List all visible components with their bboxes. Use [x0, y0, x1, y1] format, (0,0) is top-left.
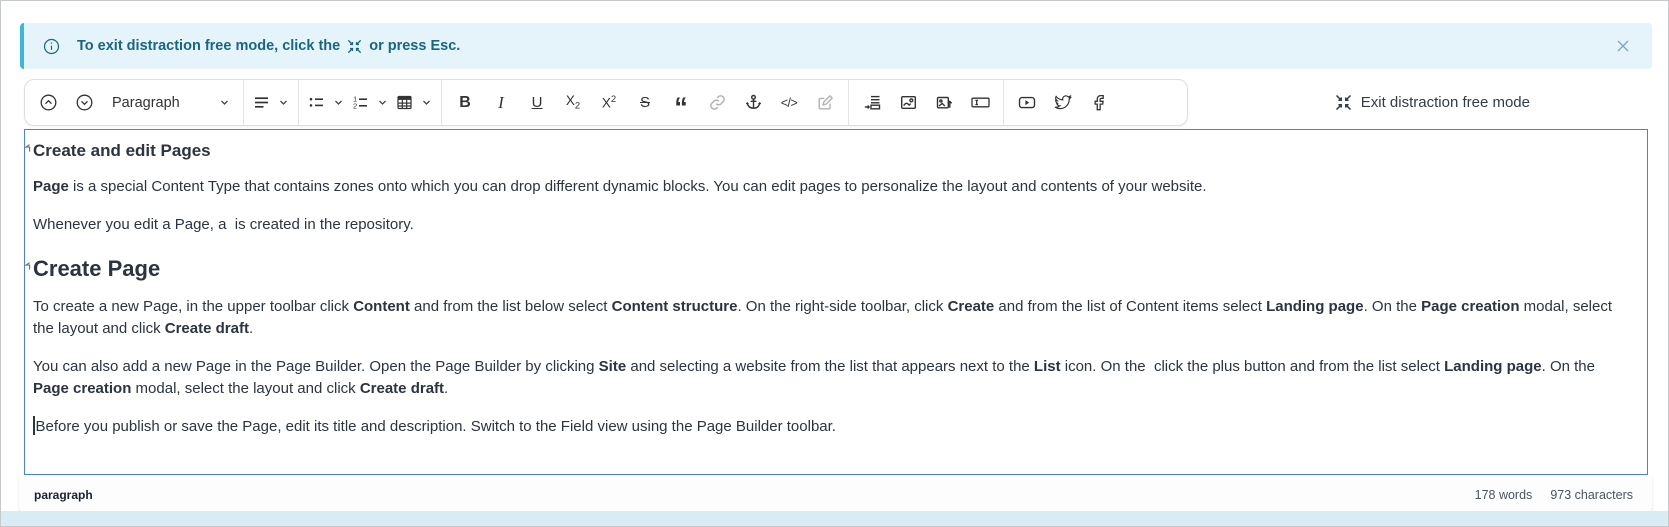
page-background-strip	[1, 511, 1668, 526]
paragraph-style-value: Paragraph	[112, 95, 180, 111]
numbered-list-button[interactable]: 12	[348, 85, 392, 121]
insert-block-icon	[864, 94, 881, 111]
bold-button[interactable]: B	[447, 85, 483, 121]
superscript-icon: X2	[602, 94, 616, 111]
toolbar-separator	[243, 80, 244, 125]
exit-distraction-free-label: Exit distraction free mode	[1361, 94, 1530, 111]
insert-table-button[interactable]	[392, 85, 436, 121]
editor-paragraph: Page is a special Content Type that cont…	[33, 176, 1635, 198]
bold-icon: B	[459, 94, 471, 112]
bulleted-list-icon	[308, 94, 325, 111]
text-field-icon	[971, 94, 990, 111]
heading-marker-icon	[25, 262, 32, 270]
notification-banner: To exit distraction free mode, click the…	[20, 23, 1652, 69]
strikethrough-button[interactable]: S	[627, 85, 663, 121]
table-icon	[396, 94, 413, 111]
svg-text:2: 2	[353, 101, 357, 110]
block-quote-button[interactable]: “	[663, 85, 699, 121]
text-cursor	[33, 416, 35, 435]
exit-distraction-free-button[interactable]: Exit distraction free mode	[1329, 93, 1536, 112]
toolbar-separator	[848, 80, 849, 125]
italic-icon: I	[498, 93, 504, 113]
toolbar-separator	[298, 80, 299, 125]
close-icon	[1616, 39, 1630, 53]
close-notification-button[interactable]	[1612, 35, 1634, 57]
editor-card: To exit distraction free mode, click the…	[19, 1, 1652, 514]
code-icon: </>	[781, 96, 798, 110]
editor-heading: Create and edit Pages	[33, 139, 1635, 163]
circle-chevron-down-icon	[76, 94, 93, 111]
youtube-icon	[1018, 94, 1036, 111]
embed-twitter-button[interactable]	[1045, 85, 1081, 121]
circle-chevron-up-icon	[40, 94, 57, 111]
exit-distraction-free-icon	[1335, 94, 1352, 111]
editor-paragraph: Before you publish or save the Page, edi…	[33, 416, 1635, 438]
toolbar-separator	[1003, 80, 1004, 125]
underline-button[interactable]: U	[519, 85, 555, 121]
link-icon	[709, 94, 726, 111]
bulleted-list-button[interactable]	[304, 85, 348, 121]
superscript-button[interactable]: X2	[591, 85, 627, 121]
toolbar-row: Paragraph 12 B I	[19, 79, 1652, 126]
editor-heading: Create Page	[33, 254, 1635, 284]
numbered-list-icon: 12	[352, 94, 369, 111]
embed-facebook-button[interactable]	[1081, 85, 1117, 121]
edit-pencil-icon	[817, 94, 834, 111]
collapse-blocks-up-button[interactable]	[30, 85, 66, 121]
chevron-down-icon	[333, 97, 344, 108]
link-button[interactable]	[699, 85, 735, 121]
insert-field-button[interactable]	[962, 85, 998, 121]
collapse-blocks-down-button[interactable]	[66, 85, 102, 121]
image-icon	[900, 94, 917, 111]
exit-distraction-free-icon	[347, 39, 362, 54]
anchor-button[interactable]	[735, 85, 771, 121]
word-count: 178 words	[1475, 488, 1533, 502]
editor-paragraph: Whenever you edit a Page, a is created i…	[33, 214, 1635, 236]
align-left-icon	[253, 94, 270, 111]
subscript-icon: X2	[566, 93, 580, 112]
heading-marker-icon	[25, 144, 32, 152]
underline-icon: U	[532, 94, 543, 111]
insert-image-button[interactable]	[890, 85, 926, 121]
insert-content-block-button[interactable]	[854, 85, 890, 121]
chevron-down-icon	[219, 97, 230, 108]
editor-paragraph: You can also add a new Page in the Page …	[33, 356, 1635, 400]
info-icon	[43, 38, 60, 55]
chevron-down-icon	[278, 97, 289, 108]
subscript-button[interactable]: X2	[555, 85, 591, 121]
text-alignment-button[interactable]	[249, 85, 293, 121]
chevron-down-icon	[377, 97, 388, 108]
distraction-free-editor-page: { "notification": { "text_before": "To e…	[0, 0, 1669, 527]
anchor-icon	[745, 94, 762, 111]
paragraph-style-dropdown[interactable]: Paragraph	[102, 85, 238, 121]
code-button[interactable]: </>	[771, 85, 807, 121]
facebook-icon	[1091, 94, 1108, 111]
toolbar-separator	[441, 80, 442, 125]
embed-youtube-button[interactable]	[1009, 85, 1045, 121]
image-upload-icon	[936, 94, 953, 111]
chevron-down-icon	[421, 97, 432, 108]
editor-paragraph: To create a new Page, in the upper toolb…	[33, 296, 1635, 340]
block-type-indicator: paragraph	[34, 488, 93, 502]
upload-image-button[interactable]	[926, 85, 962, 121]
block-quote-icon: “	[674, 94, 688, 121]
character-count: 973 characters	[1550, 488, 1633, 502]
editor-toolbar: Paragraph 12 B I	[24, 79, 1188, 126]
strikethrough-icon: S	[640, 94, 650, 111]
notification-text: To exit distraction free mode, click the…	[77, 38, 460, 54]
twitter-icon	[1054, 94, 1072, 111]
italic-button[interactable]: I	[483, 85, 519, 121]
editor-content-area[interactable]: Create and edit Pages Page is a special C…	[24, 129, 1648, 475]
editor-status-bar: paragraph 178 words 973 characters	[19, 475, 1652, 514]
counters: 178 words 973 characters	[1475, 488, 1633, 502]
source-editing-button[interactable]	[807, 85, 843, 121]
